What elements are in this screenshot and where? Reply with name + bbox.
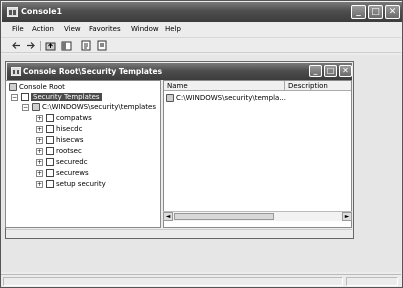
tree-item-templates-folder[interactable]: C:\WINDOWS\security\templates <box>32 102 156 112</box>
expand-icon[interactable]: + <box>36 181 43 188</box>
console-tree-icon <box>61 41 72 51</box>
folder-up-icon <box>45 42 56 51</box>
expand-icon[interactable]: + <box>36 170 43 177</box>
scrollbar-thumb[interactable] <box>174 213 274 220</box>
child-close-button[interactable]: ✕ <box>339 65 352 77</box>
template-icon <box>46 180 54 188</box>
folder-icon <box>9 83 17 91</box>
status-pane <box>346 277 398 286</box>
tree-item-template[interactable]: hisecdc <box>46 124 82 134</box>
arrow-left-icon <box>12 42 20 49</box>
tree-item-console-root[interactable]: Console Root <box>9 82 65 92</box>
collapse-icon[interactable]: − <box>11 94 18 101</box>
column-header-description[interactable]: Description <box>288 82 328 90</box>
arrow-right-icon <box>27 42 35 49</box>
window-title: Console1 <box>21 7 63 16</box>
horizontal-scrollbar[interactable]: ◄ ► <box>163 211 352 221</box>
menu-bar: File Action View Favorites Window Help <box>1 23 401 35</box>
folder-icon <box>166 94 174 102</box>
expand-icon[interactable]: + <box>36 148 43 155</box>
scroll-left-icon[interactable]: ◄ <box>163 212 173 221</box>
forward-button[interactable] <box>25 40 36 51</box>
menu-window[interactable]: Window <box>131 25 159 33</box>
template-icon <box>46 125 54 133</box>
child-minimize-button[interactable]: _ <box>309 65 322 77</box>
column-divider[interactable] <box>284 81 285 91</box>
collapse-icon[interactable]: − <box>22 104 29 111</box>
help-button[interactable] <box>97 40 108 51</box>
expand-icon[interactable]: + <box>36 126 43 133</box>
mmc-icon <box>7 7 18 17</box>
details-pane[interactable]: Name Description C:\WINDOWS\security\tem… <box>163 80 352 228</box>
tree-item-template[interactable]: compatws <box>46 113 92 123</box>
toolbar <box>1 37 401 53</box>
tree-item-security-templates[interactable]: Security Templates <box>21 92 102 102</box>
menu-help[interactable]: Help <box>165 25 181 33</box>
tree-item-template[interactable]: hisecws <box>46 135 84 145</box>
console-tree-pane[interactable]: Console Root − Security Templates − C:\W… <box>5 80 161 228</box>
expand-icon[interactable]: + <box>36 159 43 166</box>
list-header: Name Description <box>164 81 351 91</box>
expand-icon[interactable]: + <box>36 137 43 144</box>
show-hide-tree-button[interactable] <box>61 40 72 51</box>
export-list-icon <box>81 40 91 51</box>
up-one-level-button[interactable] <box>45 40 56 51</box>
tree-item-template[interactable]: securews <box>46 168 89 178</box>
child-maximize-button[interactable]: □ <box>324 65 337 77</box>
template-icon <box>46 147 54 155</box>
status-pane <box>3 277 343 286</box>
mmc-icon <box>11 67 21 76</box>
tree-item-template[interactable]: rootsec <box>46 146 82 156</box>
child-window-title: Console Root\Security Templates <box>23 67 163 76</box>
column-header-name[interactable]: Name <box>167 82 188 90</box>
folder-icon <box>32 103 40 111</box>
help-icon <box>97 40 107 51</box>
menu-favorites[interactable]: Favorites <box>89 25 121 33</box>
list-item[interactable]: C:\WINDOWS\security\templa... <box>166 93 286 103</box>
tree-item-template[interactable]: setup security <box>46 179 106 189</box>
minimize-button[interactable]: _ <box>351 5 366 19</box>
back-button[interactable] <box>11 40 22 51</box>
child-status-bar <box>6 229 352 237</box>
export-list-button[interactable] <box>81 40 92 51</box>
template-icon <box>46 158 54 166</box>
title-bar[interactable]: Console1 _ □ ✕ <box>2 2 402 22</box>
menu-view[interactable]: View <box>64 25 81 33</box>
menu-action[interactable]: Action <box>32 25 54 33</box>
template-icon <box>46 114 54 122</box>
status-bar <box>1 274 401 286</box>
scroll-right-icon[interactable]: ► <box>342 212 352 221</box>
menu-file[interactable]: File <box>12 25 24 33</box>
security-templates-icon <box>21 93 29 101</box>
maximize-button[interactable]: □ <box>368 5 383 19</box>
close-button[interactable]: ✕ <box>385 5 400 19</box>
expand-icon[interactable]: + <box>36 115 43 122</box>
tree-item-template[interactable]: securedc <box>46 157 88 167</box>
template-icon <box>46 169 54 177</box>
child-title-bar[interactable]: Console Root\Security Templates _ □ ✕ <box>7 63 352 80</box>
template-icon <box>46 136 54 144</box>
toolbar-separator <box>40 41 41 51</box>
